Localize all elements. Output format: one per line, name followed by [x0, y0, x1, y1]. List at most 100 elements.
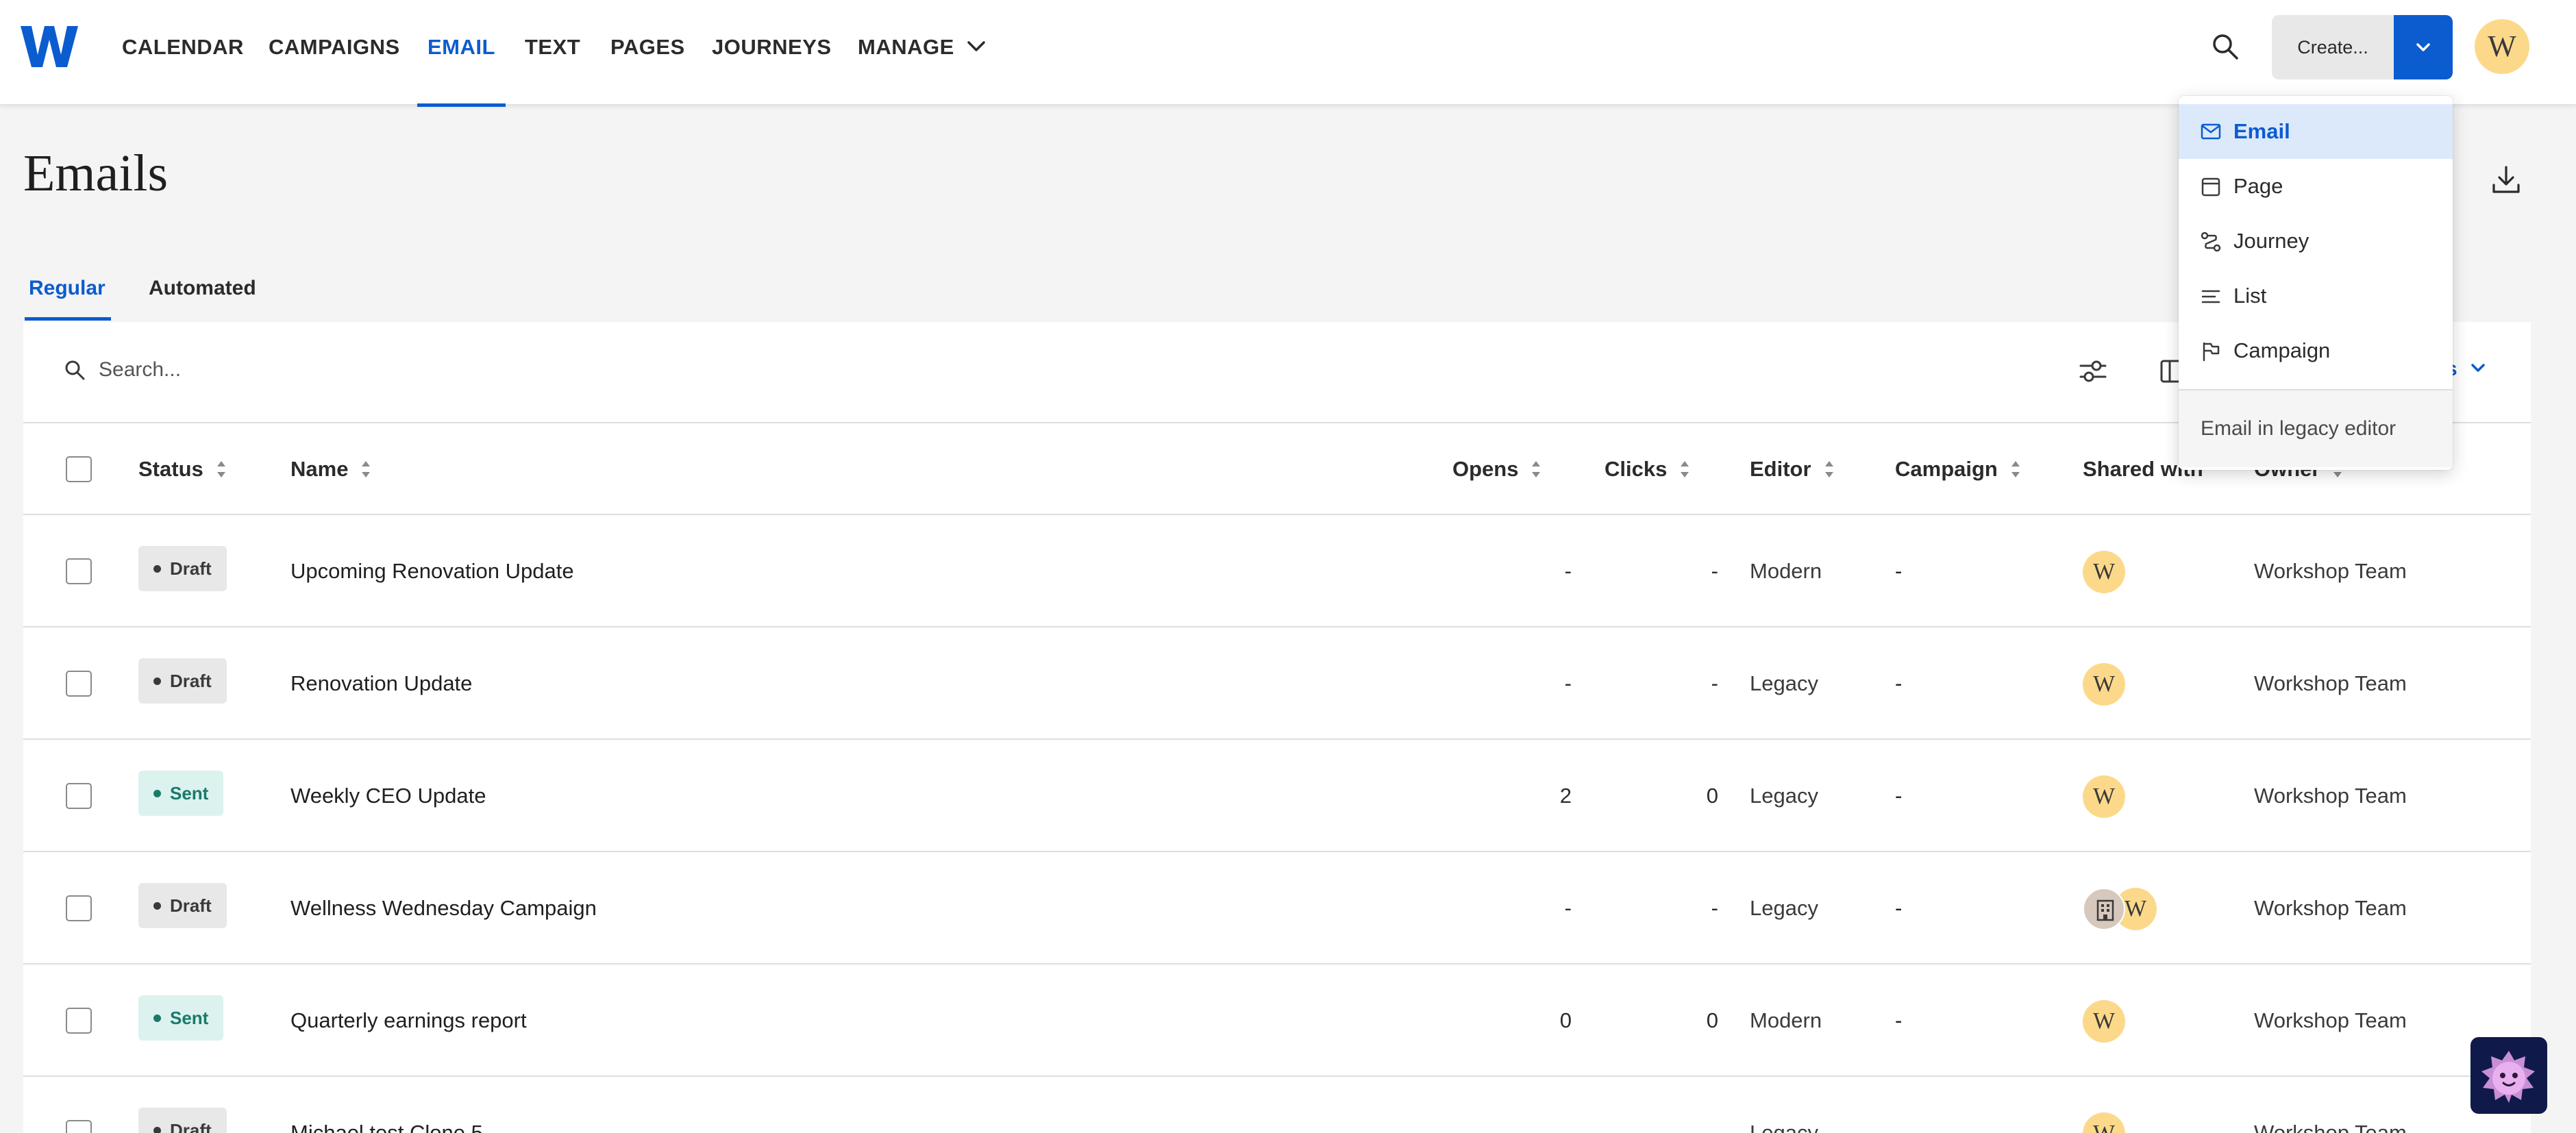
row-checkbox[interactable]	[66, 1008, 92, 1034]
column-opens[interactable]: Opens	[1452, 423, 1541, 515]
column-label: Editor	[1750, 457, 1811, 481]
row-checkbox[interactable]	[66, 783, 92, 809]
nav-email[interactable]: EMAIL	[417, 0, 506, 107]
sort-icon	[2011, 460, 2020, 477]
shared-avatar[interactable]: W	[2083, 663, 2125, 706]
email-name-link[interactable]: Renovation Update	[290, 627, 472, 740]
column-status[interactable]: Status	[138, 423, 227, 515]
nav-journeys[interactable]: JOURNEYS	[712, 0, 832, 105]
owner-value: Workshop Team	[2254, 1121, 2407, 1133]
search-icon	[65, 360, 85, 380]
clicks-value: -	[1711, 1121, 1718, 1133]
campaign-value: -	[1895, 896, 1903, 920]
owner-value: Workshop Team	[2254, 1008, 2407, 1032]
owner-value: Workshop Team	[2254, 784, 2407, 808]
column-label: Opens	[1452, 457, 1519, 481]
email-name-link[interactable]: Upcoming Renovation Update	[290, 515, 574, 627]
column-campaign[interactable]: Campaign	[1895, 423, 2021, 515]
flag-icon	[2203, 342, 2220, 362]
help-assistant-button[interactable]	[2470, 1037, 2547, 1114]
journey-icon	[2201, 232, 2221, 252]
table-header: Status Name Opens Clicks Editor Campaign…	[23, 423, 2531, 515]
logo[interactable]	[21, 25, 78, 69]
column-label: Campaign	[1895, 457, 1998, 481]
opens-value: 2	[1559, 784, 1572, 808]
menu-item-label: Journey	[2233, 229, 2309, 253]
opens-value: 0	[1559, 1008, 1572, 1032]
search-input[interactable]	[99, 349, 921, 390]
opens-value: -	[1564, 671, 1572, 695]
nav-manage[interactable]: MANAGE	[858, 0, 985, 105]
shared-avatar[interactable]: W	[2083, 551, 2125, 593]
campaign-value: -	[1895, 784, 1903, 808]
table-row[interactable]: Sent Weekly CEO Update 2 0 Legacy - W Wo…	[23, 740, 2531, 852]
menu-item-list[interactable]: List	[2179, 269, 2453, 323]
create-menu-toggle[interactable]	[2394, 15, 2453, 79]
clicks-value: 0	[1706, 1008, 1718, 1032]
campaign-value: -	[1895, 1008, 1903, 1032]
sort-icon	[216, 460, 225, 477]
filter-icon[interactable]	[2079, 358, 2107, 385]
search-icon[interactable]	[2212, 33, 2239, 60]
shared-avatar[interactable]: W	[2083, 775, 2125, 818]
row-checkbox[interactable]	[66, 895, 92, 921]
clicks-value: -	[1711, 671, 1718, 695]
menu-item-email[interactable]: Email	[2179, 104, 2453, 159]
clicks-value: 0	[1706, 784, 1718, 808]
create-button[interactable]: Create...	[2272, 15, 2394, 79]
opens-value: -	[1564, 559, 1572, 583]
download-icon[interactable]	[2491, 164, 2521, 195]
clicks-value: -	[1711, 896, 1718, 920]
row-checkbox[interactable]	[66, 671, 92, 697]
email-name-link[interactable]: Michael test Clone 5	[290, 1077, 483, 1133]
editor-value: Modern	[1750, 559, 1822, 583]
menu-item-page[interactable]: Page	[2179, 159, 2453, 214]
row-checkbox[interactable]	[66, 1120, 92, 1133]
status-badge: Sent	[138, 995, 224, 1041]
nav-text[interactable]: TEXT	[525, 0, 580, 105]
nav-manage-label: MANAGE	[858, 35, 954, 59]
chevron-down-icon[interactable]	[2470, 363, 2486, 374]
email-name-link[interactable]: Wellness Wednesday Campaign	[290, 852, 597, 964]
tab-automated[interactable]: Automated	[149, 277, 256, 300]
menu-item-campaign[interactable]: Campaign	[2179, 323, 2453, 378]
column-name[interactable]: Name	[290, 423, 371, 515]
shared-avatar[interactable]: W	[2083, 1000, 2125, 1043]
row-checkbox[interactable]	[66, 558, 92, 584]
column-editor[interactable]: Editor	[1750, 423, 1835, 515]
status-badge: Sent	[138, 771, 224, 816]
table-row[interactable]: Sent Quarterly earnings report 0 0 Moder…	[23, 964, 2531, 1077]
nav-campaigns[interactable]: CAMPAIGNS	[269, 0, 400, 105]
status-badge: Draft	[138, 883, 227, 928]
editor-value: Modern	[1750, 1008, 1822, 1032]
editor-value: Legacy	[1750, 1121, 1818, 1133]
menu-item-email-legacy-editor[interactable]: Email in legacy editor	[2179, 390, 2453, 467]
status-badge: Draft	[138, 658, 227, 704]
nav-calendar[interactable]: CALENDAR	[122, 0, 244, 105]
list-icon	[2201, 290, 2220, 303]
clicks-value: -	[1711, 559, 1718, 583]
nav-pages[interactable]: PAGES	[610, 0, 685, 105]
table-row[interactable]: Draft Renovation Update - - Legacy - W W…	[23, 627, 2531, 740]
editor-value: Legacy	[1750, 671, 1818, 695]
sort-icon	[1824, 460, 1833, 477]
menu-item-journey[interactable]: Journey	[2179, 214, 2453, 269]
column-clicks[interactable]: Clicks	[1605, 423, 1690, 515]
status-badge: Draft	[138, 546, 227, 591]
tab-regular[interactable]: Regular	[29, 277, 106, 300]
owner-value: Workshop Team	[2254, 671, 2407, 695]
email-name-link[interactable]: Weekly CEO Update	[290, 740, 486, 852]
building-icon	[2096, 899, 2114, 921]
shared-organization-avatar[interactable]	[2083, 888, 2125, 930]
shared-avatar[interactable]: W	[2083, 1112, 2125, 1133]
select-all-checkbox[interactable]	[66, 456, 92, 482]
chevron-down-icon	[2416, 43, 2430, 51]
table-row[interactable]: Draft Wellness Wednesday Campaign - - Le…	[23, 852, 2531, 964]
editor-value: Legacy	[1750, 896, 1818, 920]
email-name-link[interactable]: Quarterly earnings report	[290, 964, 527, 1077]
search-bar: s	[23, 322, 2531, 423]
table-row[interactable]: Draft Michael test Clone 5 - - Legacy - …	[23, 1077, 2531, 1133]
table-row[interactable]: Draft Upcoming Renovation Update - - Mod…	[23, 515, 2531, 627]
menu-item-label: List	[2233, 284, 2267, 308]
user-avatar[interactable]: W	[2475, 19, 2529, 74]
